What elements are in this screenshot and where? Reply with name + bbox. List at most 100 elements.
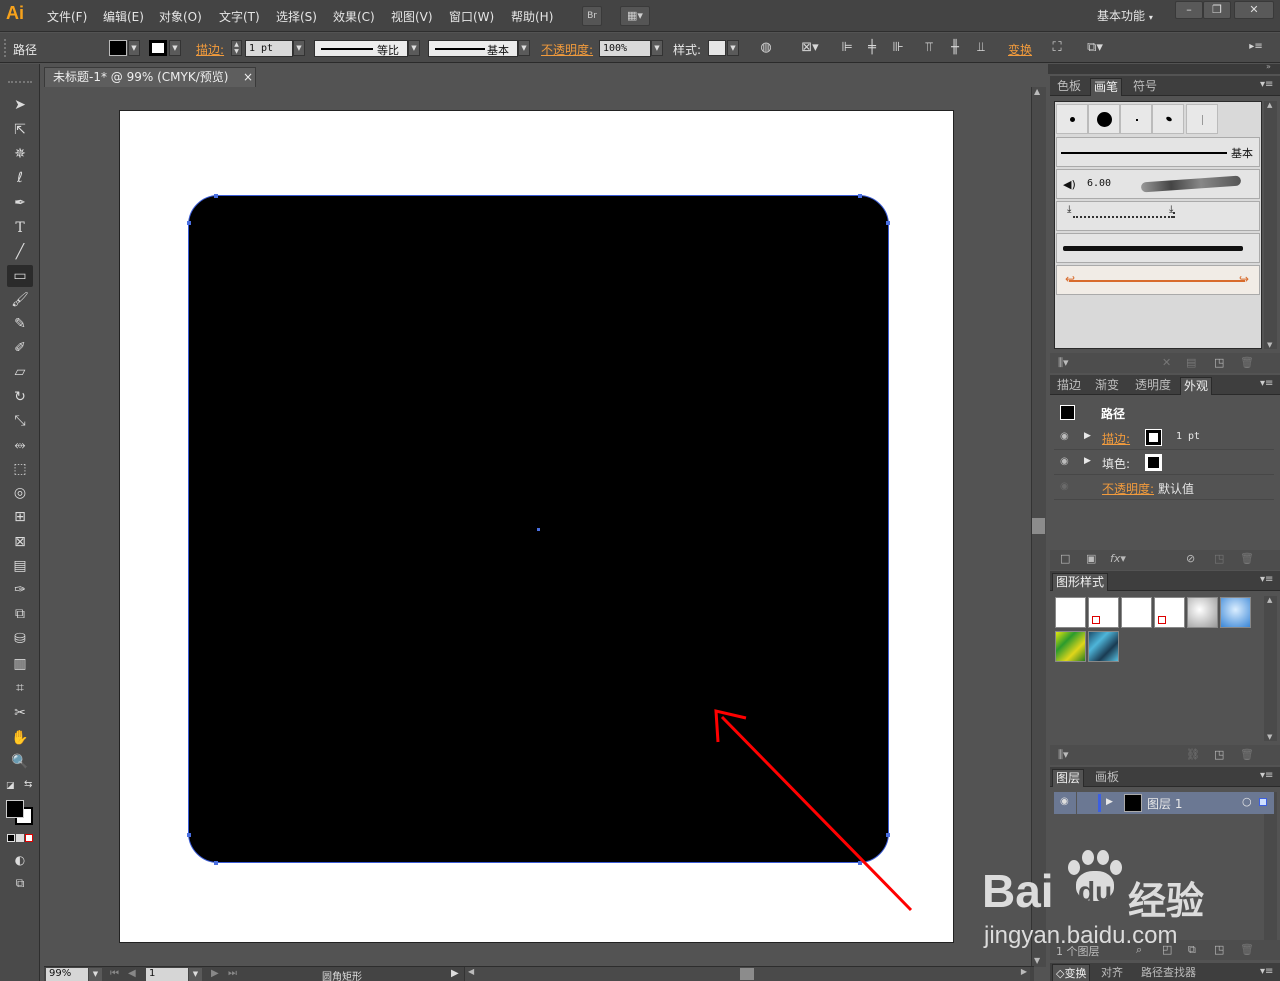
graphic-style-libraries-icon[interactable]: ⫼▾ [1058, 748, 1069, 762]
close-tab-icon[interactable]: × [243, 68, 253, 86]
graphic-style-blue-pattern[interactable] [1088, 631, 1119, 662]
align-vcenter-icon[interactable]: ╫ [946, 40, 964, 55]
close-button[interactable]: ✕ [1234, 1, 1274, 19]
brush-basic[interactable]: 基本 [1056, 137, 1260, 167]
menu-object[interactable]: 对象(O) [159, 8, 202, 25]
menu-file[interactable]: 文件(F) [47, 8, 87, 25]
tab-symbols[interactable]: 符号 [1130, 78, 1160, 96]
appearance-stroke-row[interactable]: ◉ ▶ 描边: 1 pt [1054, 426, 1274, 450]
brush-calligraphic-large[interactable] [1088, 104, 1120, 134]
menu-type[interactable]: 文字(T) [219, 8, 260, 25]
eye-icon[interactable]: ◉ [1060, 431, 1069, 442]
fill-color-box[interactable] [6, 800, 24, 818]
recolor-artwork-icon[interactable]: ◍ [757, 40, 775, 55]
brush-bristle[interactable]: ◀) 6.00 [1056, 169, 1260, 199]
scroll-right-icon[interactable]: ▶ [1021, 967, 1027, 976]
fill-row-swatch[interactable] [1145, 454, 1162, 471]
paintbrush-tool-icon[interactable]: 🖌 [7, 289, 33, 311]
width-tool-icon[interactable]: ⥈ [7, 434, 33, 456]
tab-transparency[interactable]: 透明度 [1132, 377, 1174, 395]
scroll-left-icon[interactable]: ◀ [468, 967, 474, 976]
brush-panel-menu-icon[interactable]: ▾≡ [1260, 79, 1273, 90]
appearance-fill-row[interactable]: ◉ ▶ 填色: [1054, 451, 1274, 475]
eye-icon[interactable]: ◉ [1060, 481, 1069, 492]
anchor-point[interactable] [187, 833, 191, 837]
gs-scroll-up-icon[interactable]: ▲ [1267, 596, 1272, 604]
minimize-button[interactable]: – [1175, 1, 1203, 19]
brush-art-charcoal[interactable] [1056, 233, 1260, 263]
hscroll-thumb[interactable] [740, 968, 754, 980]
align-to-icon[interactable]: ⊠▾ [797, 40, 823, 55]
screen-mode-icon[interactable]: ⧉ [7, 872, 33, 894]
artboard-tool-icon[interactable]: ⌗ [7, 677, 33, 699]
graphic-styles-menu-icon[interactable]: ▾≡ [1260, 574, 1273, 585]
add-stroke-icon[interactable]: □ [1060, 552, 1070, 565]
anchor-point[interactable] [214, 194, 218, 198]
duplicate-item-icon[interactable]: ◳ [1214, 552, 1224, 565]
variable-width-profile[interactable]: 等比 [314, 40, 408, 57]
draw-mode-icon[interactable]: ◐ [7, 849, 33, 871]
column-graph-tool-icon[interactable]: ▥ [7, 653, 33, 675]
stroke-weight-stepper[interactable]: ▲ ▼ [231, 40, 242, 56]
new-brush-icon[interactable]: ◳ [1214, 356, 1224, 369]
layer-target-icon[interactable]: ○ [1242, 795, 1252, 808]
expand-triangle-icon[interactable]: ▶ [1084, 431, 1091, 441]
color-mode-icon[interactable] [7, 834, 15, 842]
menu-effect[interactable]: 效果(C) [333, 8, 375, 25]
blend-tool-icon[interactable]: ⧉ [7, 603, 33, 625]
arrange-documents-icon[interactable]: ▦▾ [620, 6, 650, 26]
align-hcenter-icon[interactable]: ╪ [863, 40, 881, 55]
collapse-dock-icon[interactable]: » [1266, 62, 1271, 71]
opacity-field[interactable]: 100% [599, 40, 651, 57]
tab-layers[interactable]: 图层 [1052, 769, 1085, 787]
brush-scroll-down-icon[interactable]: ▼ [1267, 341, 1272, 349]
style-swatch[interactable] [708, 40, 726, 56]
menu-window[interactable]: 窗口(W) [449, 8, 494, 25]
appearance-opacity-row[interactable]: ◉ 不透明度: 默认值 [1054, 476, 1274, 500]
transform-label[interactable]: 变换 [1008, 41, 1032, 58]
gs-scroll-down-icon[interactable]: ▼ [1267, 733, 1272, 741]
symbol-sprayer-tool-icon[interactable]: ⛁ [7, 628, 33, 650]
graphic-style-blue-glow[interactable] [1220, 597, 1251, 628]
gradient-tool-icon[interactable]: ▤ [7, 555, 33, 577]
menu-select[interactable]: 选择(S) [276, 8, 317, 25]
brush-options-icon[interactable]: ▤ [1186, 356, 1196, 369]
gradient-mode-icon[interactable] [16, 834, 24, 842]
slice-tool-icon[interactable]: ✂ [7, 702, 33, 724]
zoom-tool-icon[interactable]: 🔍 [7, 751, 33, 773]
brush-scroll-up-icon[interactable]: ▲ [1267, 101, 1272, 109]
stroke-swatch[interactable] [149, 40, 167, 56]
first-artboard-icon[interactable]: ⏮ [110, 968, 119, 979]
line-tool-icon[interactable]: ╱ [7, 241, 33, 263]
add-effect-icon[interactable]: fx▾ [1110, 552, 1126, 565]
document-tab[interactable]: 未标题-1* @ 99% (CMYK/预览) × [44, 67, 256, 87]
delete-brush-icon[interactable]: 🗑 [1240, 356, 1254, 369]
brush-calligraphic-thin[interactable] [1186, 104, 1218, 134]
tab-artboards[interactable]: 画板 [1092, 769, 1122, 787]
scale-tool-icon[interactable]: ⤡ [7, 410, 33, 432]
graphic-style-none[interactable] [1088, 597, 1119, 628]
zoom-field[interactable]: 99% [46, 968, 88, 981]
anchor-point[interactable] [187, 221, 191, 225]
layer-expand-icon[interactable]: ▶ [1106, 797, 1113, 807]
tab-brushes[interactable]: 画笔 [1090, 78, 1123, 96]
scroll-thumb[interactable] [1032, 518, 1045, 534]
bottom-panel-menu-icon[interactable]: ▾≡ [1260, 966, 1273, 977]
menu-view[interactable]: 视图(V) [391, 8, 433, 25]
opacity-row-label[interactable]: 不透明度: [1102, 480, 1154, 497]
layer-row[interactable]: ◉ ▶ 图层 1 ○ [1054, 792, 1274, 814]
rotate-tool-icon[interactable]: ↻ [7, 386, 33, 408]
hand-tool-icon[interactable]: ✋ [7, 727, 33, 749]
graphic-style-soft-shadow[interactable] [1187, 597, 1218, 628]
break-link-icon[interactable]: ⛓ [1186, 748, 1200, 761]
type-tool-icon[interactable]: T [7, 217, 33, 239]
selection-tool-icon[interactable]: ➤ [7, 94, 33, 116]
stroke-label[interactable]: 描边: [196, 41, 224, 58]
graphic-style-outline[interactable] [1154, 597, 1185, 628]
scroll-down-icon[interactable]: ▼ [1034, 956, 1040, 965]
delete-item-icon[interactable]: 🗑 [1240, 552, 1254, 565]
scroll-up-icon[interactable]: ▲ [1034, 87, 1040, 96]
appearance-panel-menu-icon[interactable]: ▾≡ [1260, 378, 1273, 389]
prev-artboard-icon[interactable]: ◀ [128, 968, 136, 979]
brush-libraries-icon[interactable]: ⫼▾ [1058, 356, 1069, 370]
